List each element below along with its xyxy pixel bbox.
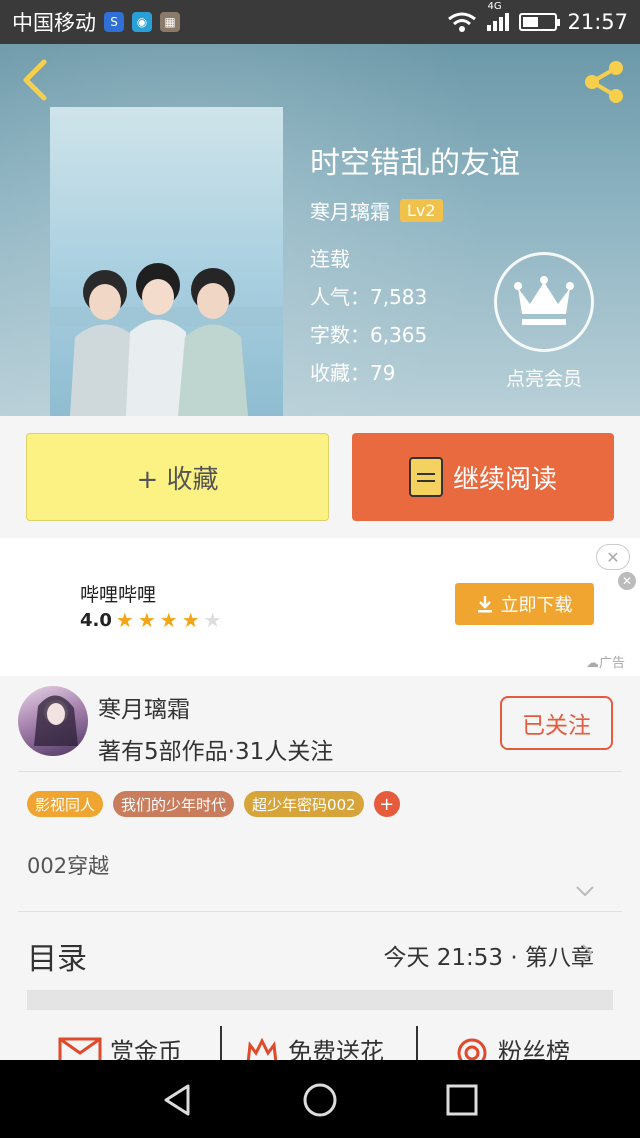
separator [220, 1026, 222, 1060]
book-description: 002穿越 [27, 854, 110, 878]
toc-latest-chapter[interactable]: 今天 21:53 · 第八章 [383, 938, 594, 972]
tag-chip[interactable]: 我们的少年时代 [113, 791, 235, 817]
download-icon [477, 596, 492, 613]
star-icon: ★ [181, 608, 200, 632]
status-bar: 中国移动 S ◉ ▦ 4G 21:57 [0, 0, 640, 44]
tag-list: 影视同人 我们的少年时代 超少年密码002 + [27, 791, 400, 817]
ad-close-button[interactable]: ✕ [596, 544, 630, 570]
section-separator [27, 990, 613, 1010]
avatar-illustration [34, 695, 78, 746]
divider [18, 911, 622, 912]
star-empty-icon: ★ [203, 608, 222, 632]
continue-reading-button[interactable]: 继续阅读 [352, 433, 614, 521]
level-badge: Lv2 [400, 199, 443, 222]
battery-icon [519, 13, 561, 31]
popularity: 人气：7,583 [310, 285, 428, 309]
book-header: 时空错乱的友谊 寒月璃霜 Lv2 连载 人气：7,583 字数：6,365 收藏… [0, 44, 640, 416]
continue-reading-label: 继续阅读 [452, 464, 557, 495]
add-tag-button[interactable]: + [373, 791, 400, 817]
recents-nav-icon[interactable] [442, 1080, 482, 1120]
favorites-count: 收藏：79 [310, 361, 396, 385]
system-nav-bar [0, 1060, 640, 1138]
location-icon: ◉ [132, 12, 152, 32]
chevron-down-icon[interactable] [574, 880, 596, 902]
book-title: 时空错乱的友谊 [310, 146, 520, 181]
ad-banner[interactable]: 哔哩哔哩 4.0 ★ ★ ★ ★ ★ 立即下载 ✕ ✕ ☁广告 [0, 538, 640, 676]
chevron-right-icon[interactable] [580, 942, 594, 964]
book-cover[interactable] [50, 107, 283, 416]
author-works: 著有5部作品·31人关注 [98, 739, 334, 765]
toc-title[interactable]: 目录 [27, 934, 87, 978]
follow-label: 已关注 [522, 713, 591, 739]
network-type: 4G [487, 1, 502, 12]
ad-rating-value: 4.0 [80, 609, 112, 631]
vip-label[interactable]: 点亮会员 [484, 364, 604, 391]
cover-illustration [50, 263, 283, 416]
back-nav-icon[interactable] [158, 1080, 198, 1120]
divider [18, 771, 622, 772]
home-nav-icon[interactable] [300, 1080, 340, 1120]
collect-label: + 收藏 [136, 464, 219, 495]
carrier-label: 中国移动 [12, 11, 96, 35]
book-icon [408, 457, 443, 497]
ad-app-name: 哔哩哔哩 [80, 584, 157, 606]
author-name[interactable]: 寒月璃霜 [310, 196, 390, 225]
wifi-icon [448, 12, 477, 32]
clock: 21:57 [567, 10, 628, 34]
signal-icon: 4G [487, 1, 510, 31]
author-section: 寒月璃霜 著有5部作品·31人关注 已关注 影视同人 我们的少年时代 超少年密码… [0, 676, 640, 1066]
ad-dismiss-icon[interactable]: ✕ [618, 572, 636, 590]
separator [416, 1026, 418, 1060]
photo-icon: ▦ [160, 12, 180, 32]
star-icon: ★ [115, 608, 134, 632]
ad-rating: 4.0 ★ ★ ★ ★ ★ [80, 608, 222, 632]
ad-download-label: 立即下载 [500, 595, 573, 616]
shield-icon: S [104, 12, 124, 32]
share-icon[interactable] [578, 56, 630, 108]
vip-button[interactable] [494, 252, 594, 352]
serial-status: 连载 [310, 247, 350, 271]
ad-download-button[interactable]: 立即下载 [455, 583, 594, 625]
ad-label: ☁广告 [586, 656, 626, 671]
tag-chip[interactable]: 超少年密码002 [244, 791, 364, 817]
avatar[interactable] [18, 686, 88, 756]
star-icon: ★ [137, 608, 156, 632]
collect-button[interactable]: + 收藏 [26, 433, 329, 521]
back-icon[interactable] [16, 58, 56, 102]
word-count: 字数：6,365 [310, 323, 428, 347]
follow-button[interactable]: 已关注 [500, 696, 613, 750]
tag-chip[interactable]: 影视同人 [27, 791, 104, 817]
crown-icon [514, 276, 574, 325]
author-profile-name[interactable]: 寒月璃霜 [98, 690, 190, 724]
star-icon: ★ [159, 608, 178, 632]
